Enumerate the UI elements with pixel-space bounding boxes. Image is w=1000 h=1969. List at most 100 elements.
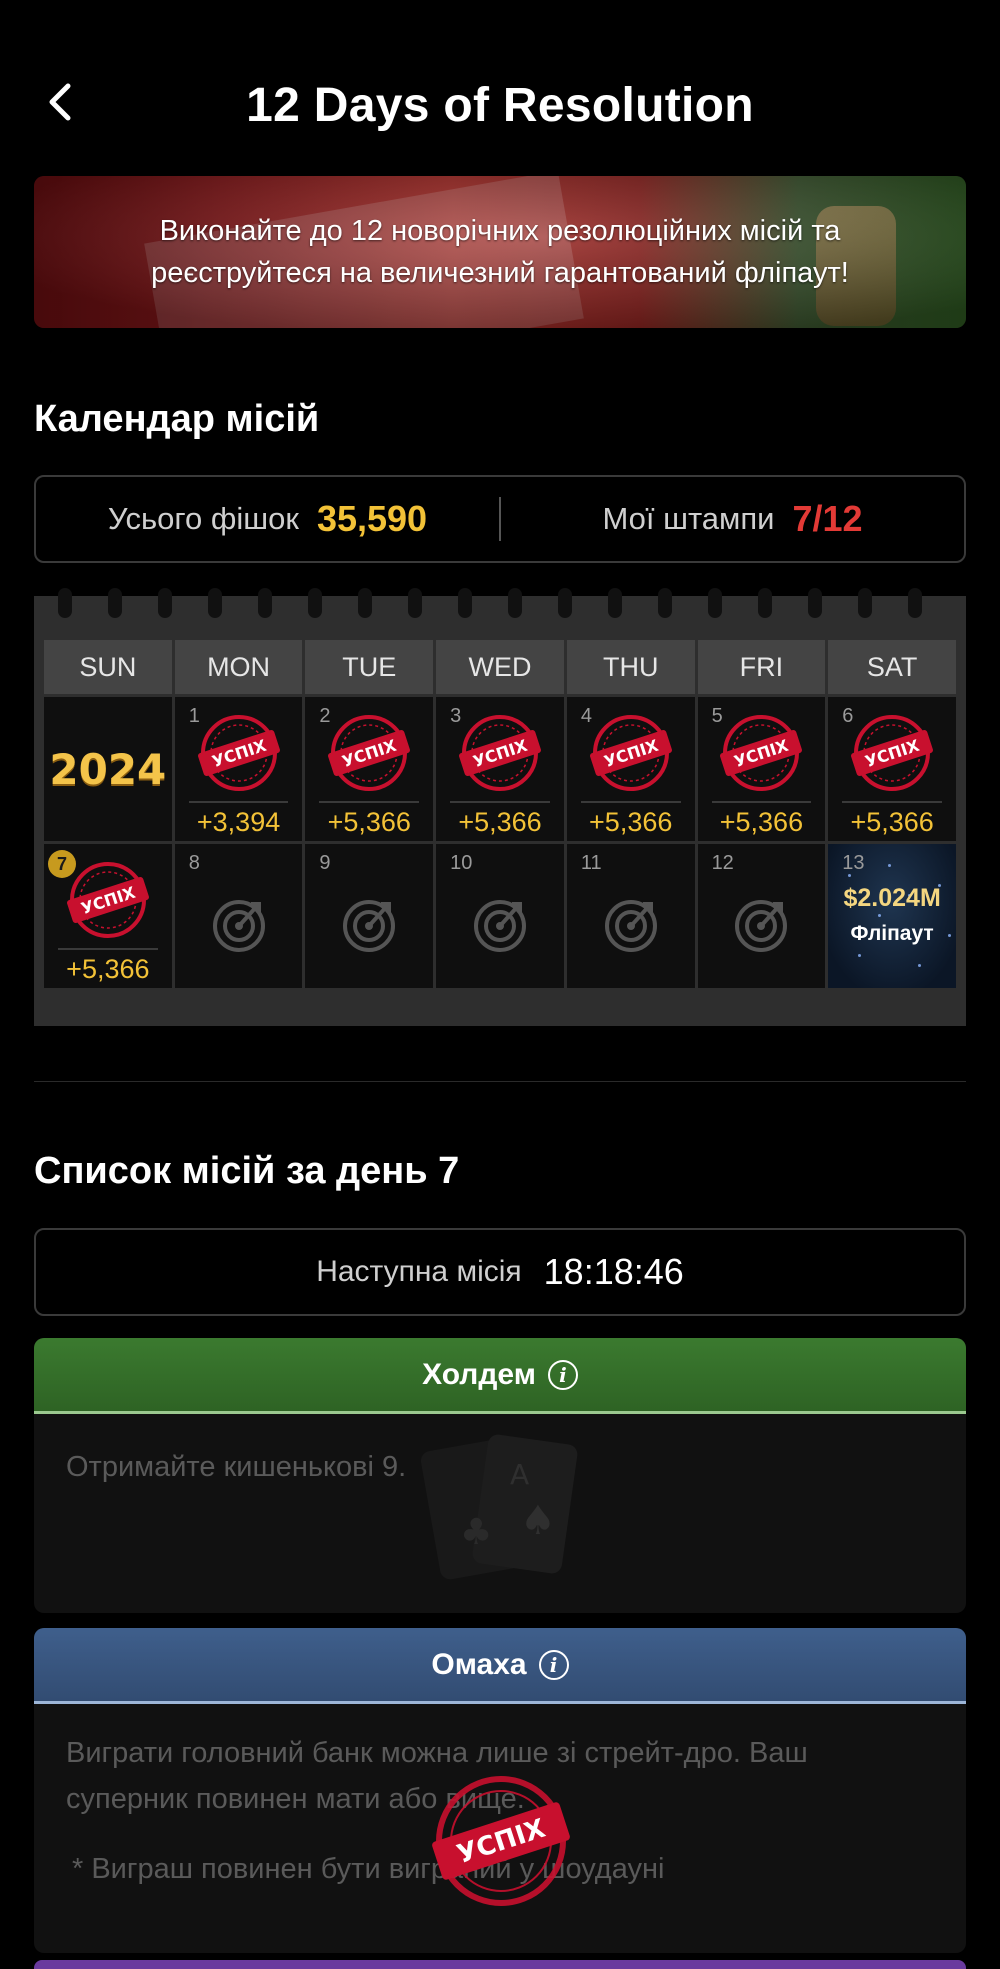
- year-cell: 2024: [44, 697, 172, 841]
- calendar-ring: [58, 588, 72, 618]
- calendar-section-title: Календар місій: [34, 398, 320, 440]
- section-divider: [34, 1081, 966, 1082]
- day-cell-9[interactable]: 9: [305, 844, 434, 988]
- mission-card-holdem[interactable]: Холдем i A ♠ ♣ Отримайте кишенькові 9.: [34, 1338, 966, 1613]
- calendar-ring: [208, 588, 222, 618]
- calendar-ring: [458, 588, 472, 618]
- day-cell-12[interactable]: 12: [697, 844, 826, 988]
- success-stamp-icon: УСПІХ: [197, 711, 281, 795]
- success-stamp-icon: УСПІХ: [458, 711, 542, 795]
- day-cell-2[interactable]: 2 УСПІХ +5,366: [305, 697, 434, 841]
- day-reward: +5,366: [327, 807, 411, 837]
- year-label: 2024: [49, 744, 167, 794]
- day-number: 8: [188, 852, 200, 874]
- timer-value: 18:18:46: [543, 1251, 684, 1292]
- calendar-ring: [258, 588, 272, 618]
- day-number: 13: [842, 852, 865, 874]
- weekday-fri: FRI: [697, 640, 826, 694]
- svg-text:♣: ♣: [460, 1512, 492, 1553]
- stats-bar: Усього фішок 35,590 Мої штампи 7/12: [34, 475, 966, 563]
- total-chips-value: 35,590: [316, 498, 428, 539]
- mission-name: Холдем: [422, 1357, 536, 1391]
- calendar-ring: [158, 588, 172, 618]
- timer-label: Наступна місія: [316, 1255, 522, 1288]
- target-icon: [601, 894, 661, 954]
- svg-text:♠: ♠: [520, 1498, 556, 1544]
- success-stamp-icon: УСПІХ: [327, 711, 411, 795]
- next-mission-card-edge[interactable]: [34, 1960, 966, 1969]
- success-stamp-icon: УСПІХ: [850, 711, 934, 795]
- day-number: 12: [711, 852, 734, 874]
- day-reward: +5,366: [850, 807, 934, 837]
- flipout-label: Фліпаут: [850, 922, 934, 945]
- day-cell-6[interactable]: 6 УСПІХ +5,366: [828, 697, 956, 841]
- promo-banner: Виконайте до 12 новорічних резолюційних …: [34, 176, 966, 328]
- page-title: 12 Days of Resolution: [246, 79, 754, 132]
- day-cell-8[interactable]: 8: [174, 844, 303, 988]
- day-cell-3[interactable]: 3 УСПІХ +5,366: [436, 697, 564, 841]
- mission-name: Омаха: [431, 1647, 527, 1681]
- calendar-grid: SUN MON TUE WED THU FRI SAT 2024 1 УСПІХ +3,394 2 УС…: [44, 640, 956, 988]
- day-cell-10[interactable]: 10: [436, 844, 564, 988]
- banner-text: Виконайте до 12 новорічних резолюційних …: [151, 215, 849, 289]
- header: 12 Days of Resolution: [0, 60, 1000, 150]
- day-reward: +5,366: [458, 807, 542, 837]
- day-cell-4[interactable]: 4 УСПІХ +5,366: [566, 697, 695, 841]
- mission-card-omaha[interactable]: Омаха i Виграти головний банк можна лише…: [34, 1628, 966, 1953]
- success-stamp-icon: УСПІХ: [432, 1776, 570, 1906]
- day-number: 11: [580, 852, 602, 874]
- calendar-ring: [358, 588, 372, 618]
- calendar-ring: [508, 588, 522, 618]
- calendar-ring: [658, 588, 672, 618]
- mission-body: Виграти головний банк можна лише зі стре…: [34, 1704, 966, 1922]
- weekday-mon: MON: [174, 640, 303, 694]
- info-icon[interactable]: i: [547, 1359, 578, 1390]
- calendar-ring: [908, 588, 922, 618]
- target-icon: [731, 894, 791, 954]
- day-cell-11[interactable]: 11: [566, 844, 695, 988]
- day-cell-7[interactable]: 7 УСПІХ +5,366: [44, 844, 172, 988]
- weekday-wed: WED: [436, 640, 564, 694]
- mission-header-holdem[interactable]: Холдем i: [34, 1338, 966, 1414]
- calendar-ring: [558, 588, 572, 618]
- day-reward: +5,366: [66, 954, 150, 984]
- my-stamps-stat: Мої штампи 7/12: [501, 498, 964, 540]
- day-cell-1[interactable]: 1 УСПІХ +3,394: [174, 697, 303, 841]
- weekday-thu: THU: [566, 640, 695, 694]
- mission-header-omaha[interactable]: Омаха i: [34, 1628, 966, 1704]
- calendar-ring: [608, 588, 622, 618]
- calendar-ring: [858, 588, 872, 618]
- next-mission-timer: Наступна місія 18:18:46: [34, 1228, 966, 1316]
- mission-description: Отримайте кишенькові 9.: [66, 1451, 407, 1483]
- mission-body: A ♠ ♣ Отримайте кишенькові 9.: [34, 1414, 966, 1580]
- weekday-tue: TUE: [305, 640, 434, 694]
- calendar-ring: [758, 588, 772, 618]
- calendar-ring: [808, 588, 822, 618]
- day-number: 10: [450, 852, 473, 874]
- day-cell-13[interactable]: 13 $2.024M Фліпаут: [828, 844, 956, 988]
- day-reward: +5,366: [719, 807, 804, 837]
- day-reward: +5,366: [589, 807, 673, 837]
- my-stamps-value: 7/12: [792, 498, 863, 539]
- day-reward: +3,394: [196, 807, 281, 837]
- success-stamp-icon: УСПІХ: [66, 858, 150, 942]
- day-cell-5[interactable]: 5 УСПІХ +5,366: [697, 697, 826, 841]
- weekday-sat: SAT: [828, 640, 956, 694]
- my-stamps-label: Мої штампи: [602, 501, 775, 536]
- target-icon: [209, 894, 269, 954]
- missions-section-title: Список місій за день 7: [34, 1150, 460, 1192]
- total-chips-stat: Усього фішок 35,590: [36, 498, 499, 540]
- info-icon[interactable]: i: [538, 1649, 569, 1680]
- target-icon: [339, 894, 399, 954]
- calendar-ring: [408, 588, 422, 618]
- success-stamp-icon: УСПІХ: [719, 711, 803, 795]
- day-number: 9: [319, 852, 331, 874]
- success-stamp-icon: УСПІХ: [589, 711, 673, 795]
- calendar-ring: [108, 588, 122, 618]
- total-chips-label: Усього фішок: [107, 501, 299, 536]
- mission-calendar: SUN MON TUE WED THU FRI SAT 2024 1 УСПІХ +3,394 2 УС…: [34, 588, 966, 1026]
- calendar-ring: [708, 588, 722, 618]
- flipout-amount: $2.024M: [843, 884, 941, 912]
- weekday-sun: SUN: [44, 640, 172, 694]
- calendar-ring: [308, 588, 322, 618]
